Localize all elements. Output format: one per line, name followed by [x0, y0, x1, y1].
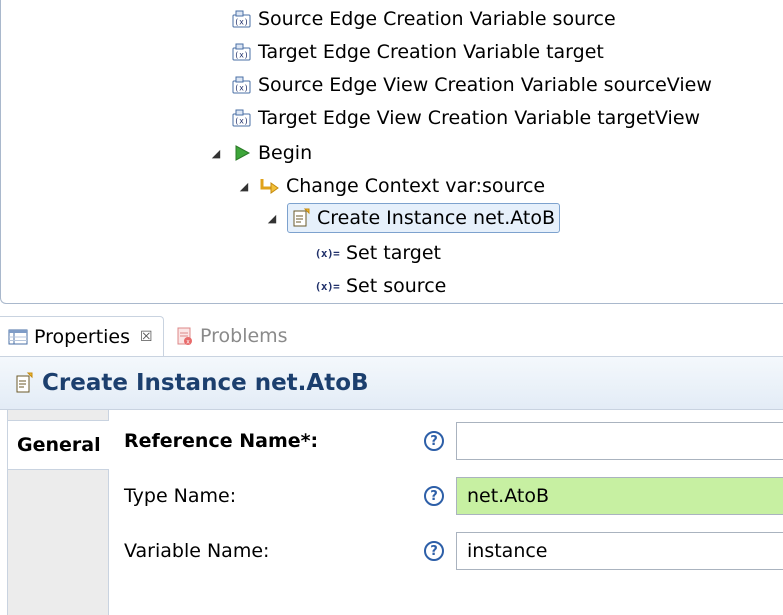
tree-item-label: Target Edge Creation Variable target: [258, 41, 604, 63]
tree-item-target-edge-view-variable[interactable]: (x) Target Edge View Creation Variable t…: [231, 103, 700, 133]
variable-icon: (x): [231, 107, 253, 129]
tree-item-source-edge-view-variable[interactable]: (x) Source Edge View Creation Variable s…: [231, 70, 712, 100]
svg-text:(x): (x): [234, 117, 248, 126]
close-icon[interactable]: ☒: [140, 329, 153, 345]
create-instance-icon: [14, 372, 34, 394]
tree-item-label: Set target: [346, 242, 442, 264]
model-tree-panel: (x) Source Edge Creation Variable source…: [0, 0, 783, 304]
type-name-field[interactable]: net.AtoB: [456, 477, 783, 515]
page-title: Create Instance net.AtoB: [42, 370, 369, 396]
tree-item-label: Source Edge View Creation Variable sourc…: [258, 74, 712, 96]
expand-toggle-icon[interactable]: ◢: [265, 212, 279, 225]
tree-item-set-source[interactable]: (x)= Set source: [313, 271, 447, 301]
tab-general[interactable]: General: [8, 420, 109, 470]
help-icon[interactable]: ?: [424, 431, 444, 451]
tree-item-create-instance[interactable]: ◢ Create Instance net.AtoB: [265, 203, 561, 233]
properties-icon: [8, 328, 28, 346]
help-icon[interactable]: ?: [424, 541, 444, 561]
tab-problems[interactable]: x Problems: [176, 316, 288, 356]
view-tab-bar: Properties ☒ x Problems: [0, 316, 783, 357]
tree-item-label: Begin: [258, 142, 313, 164]
variable-icon: (x): [231, 74, 253, 96]
tree-item-target-edge-variable[interactable]: (x) Target Edge Creation Variable target: [231, 37, 604, 67]
tree-item-set-target[interactable]: (x)= Set target: [313, 238, 441, 268]
svg-text:(x): (x): [234, 84, 248, 93]
svg-text:(x): (x): [234, 18, 248, 27]
tree-item-change-context[interactable]: ◢ Change Context var:source: [237, 171, 545, 201]
reference-name-label: Reference Name*:: [124, 430, 319, 452]
expand-toggle-icon[interactable]: ◢: [237, 180, 251, 193]
tree-item-label: Source Edge Creation Variable source: [258, 8, 616, 30]
type-name-label: Type Name:: [124, 485, 237, 507]
create-instance-icon: [290, 207, 312, 229]
variable-icon: (x): [231, 8, 253, 30]
expand-toggle-icon[interactable]: ◢: [209, 147, 223, 160]
tree-item-label: Create Instance net.AtoB: [317, 207, 556, 229]
tab-properties[interactable]: Properties ☒: [0, 316, 164, 357]
play-icon: [231, 142, 253, 164]
variable-name-label: Variable Name:: [124, 540, 270, 562]
section-tab-list: General: [7, 410, 109, 615]
svg-text:(x): (x): [234, 51, 248, 60]
set-value-icon: (x)=: [314, 246, 340, 260]
problems-icon: x: [176, 326, 194, 346]
set-value-icon: (x)=: [314, 279, 340, 293]
tree-item-label: Change Context var:source: [286, 175, 546, 197]
properties-header: Create Instance net.AtoB: [0, 356, 783, 410]
change-context-icon: [259, 175, 281, 197]
tab-properties-label: Properties: [34, 326, 131, 348]
tree-item-source-edge-variable[interactable]: (x) Source Edge Creation Variable source: [231, 4, 616, 34]
tab-problems-label: Problems: [200, 325, 288, 347]
variable-name-field[interactable]: instance: [456, 532, 783, 570]
variable-icon: (x): [231, 41, 253, 63]
tree-item-label: Target Edge View Creation Variable targe…: [258, 107, 701, 129]
help-icon[interactable]: ?: [424, 486, 444, 506]
tree-item-begin[interactable]: ◢ Begin: [209, 138, 312, 168]
tree-item-label: Set source: [346, 275, 447, 297]
reference-name-field[interactable]: [456, 422, 783, 460]
svg-text:x: x: [186, 339, 190, 346]
